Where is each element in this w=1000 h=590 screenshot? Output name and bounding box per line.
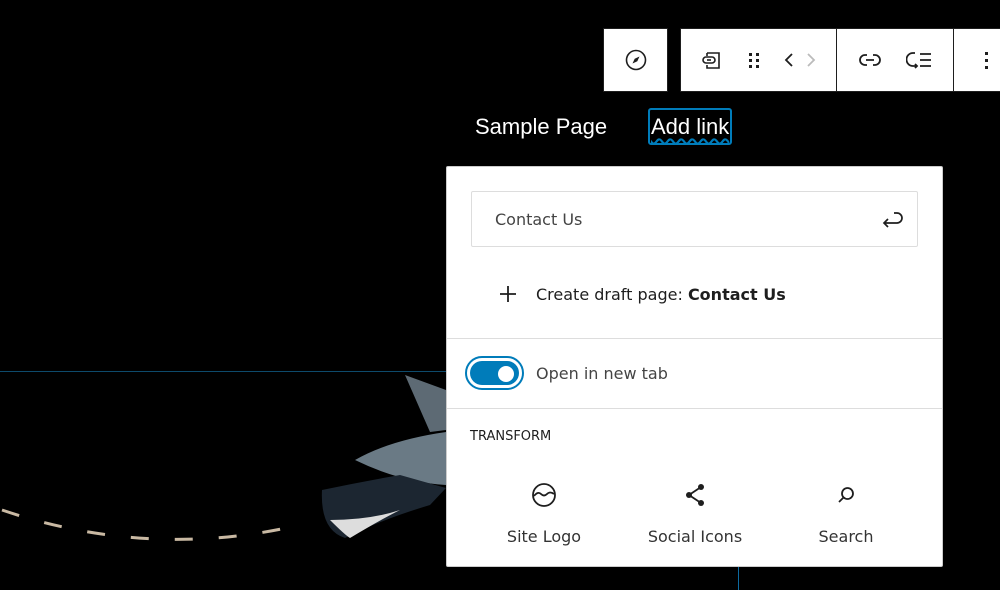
cursor-line bbox=[738, 567, 739, 590]
bird-image bbox=[1, 375, 446, 541]
compass-icon bbox=[625, 49, 646, 71]
transform-label: Social Icons bbox=[647, 527, 743, 546]
add-submenu-button[interactable] bbox=[903, 29, 937, 91]
transform-label: Search bbox=[818, 527, 874, 546]
enter-icon[interactable] bbox=[880, 208, 906, 232]
drag-handle-icon bbox=[749, 53, 759, 68]
create-draft-page-button[interactable]: Create draft page: Contact Us bbox=[497, 283, 786, 305]
link-convert-icon bbox=[702, 52, 720, 69]
transform-heading: TRANSFORM bbox=[470, 429, 552, 444]
transform-block-button[interactable] bbox=[697, 29, 727, 91]
transform-site-logo[interactable]: Site Logo bbox=[469, 481, 619, 546]
more-options-button[interactable] bbox=[971, 29, 1000, 91]
block-toolbar bbox=[680, 28, 1000, 92]
link-search-input[interactable]: Contact Us bbox=[471, 191, 918, 247]
link-button[interactable] bbox=[853, 29, 887, 91]
nav-item-add-link[interactable]: Add link bbox=[648, 108, 733, 145]
link-control-popover: Contact Us Create draft page: Contact Us… bbox=[446, 166, 943, 567]
search-icon bbox=[838, 487, 854, 503]
more-vertical-icon bbox=[985, 52, 988, 69]
create-draft-title: Contact Us bbox=[687, 284, 786, 304]
move-right-button[interactable] bbox=[801, 29, 821, 91]
site-logo-icon bbox=[532, 483, 556, 507]
toolbar-divider bbox=[953, 29, 954, 91]
chevron-left-icon bbox=[784, 53, 793, 67]
link-icon bbox=[859, 54, 881, 66]
open-in-new-tab-toggle[interactable] bbox=[465, 356, 524, 390]
create-draft-prefix: Create draft page: bbox=[536, 284, 688, 304]
toolbar-divider bbox=[836, 29, 837, 91]
nav-item-sample-page[interactable]: Sample Page bbox=[475, 114, 607, 140]
divider bbox=[447, 338, 942, 339]
parent-block-toolbar bbox=[603, 28, 668, 92]
drag-handle[interactable] bbox=[741, 29, 767, 91]
select-parent-button[interactable] bbox=[604, 29, 667, 91]
share-icon bbox=[686, 484, 704, 506]
divider bbox=[447, 408, 942, 409]
chevron-right-icon bbox=[807, 53, 816, 67]
transform-social-icons[interactable]: Social Icons bbox=[620, 481, 770, 546]
open-in-new-tab-label: Open in new tab bbox=[536, 364, 668, 383]
transform-label: Site Logo bbox=[506, 527, 582, 546]
plus-icon bbox=[500, 286, 516, 302]
move-left-button[interactable] bbox=[779, 29, 799, 91]
transform-search[interactable]: Search bbox=[771, 481, 921, 546]
add-submenu-icon bbox=[906, 52, 931, 69]
link-search-value: Contact Us bbox=[495, 210, 583, 229]
